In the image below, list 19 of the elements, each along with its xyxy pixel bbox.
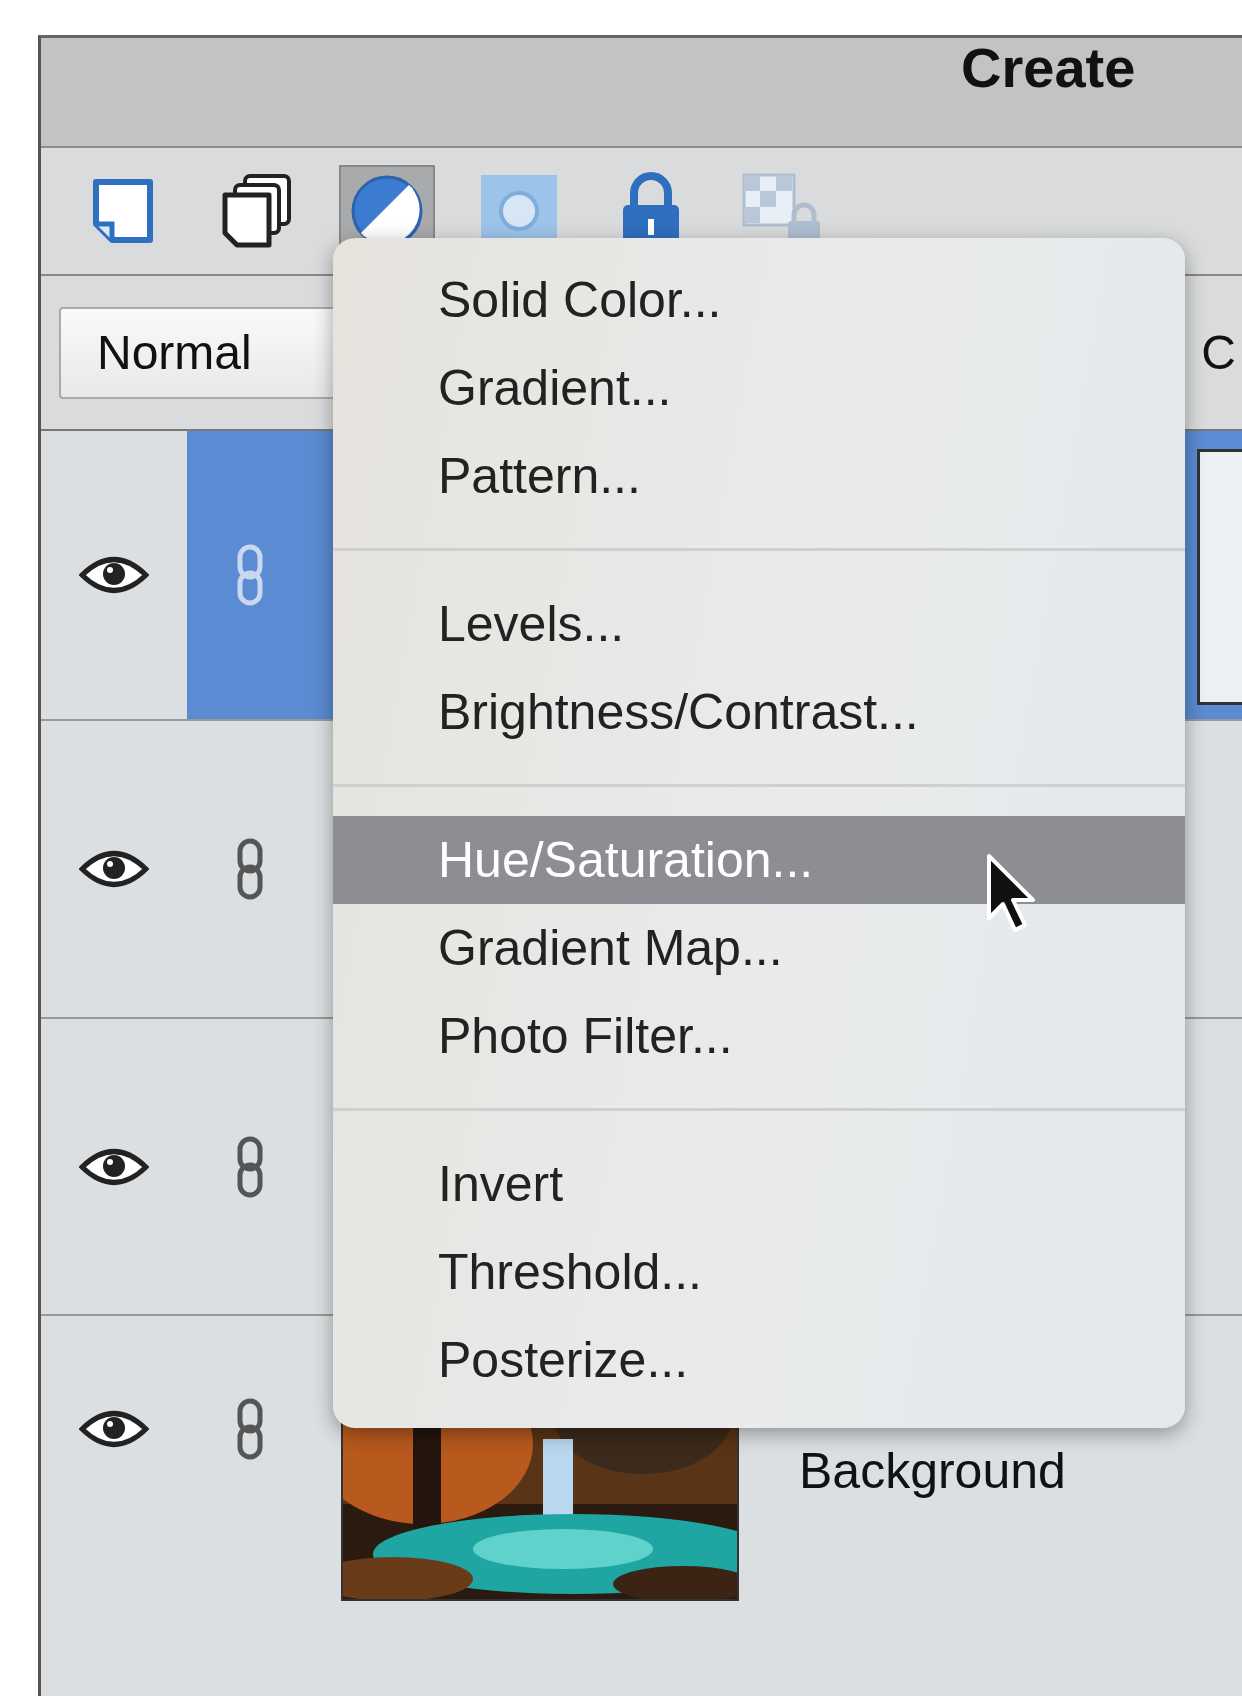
menu-item[interactable]: Pattern... (333, 432, 1185, 520)
menu-item[interactable]: Photo Filter... (333, 992, 1185, 1080)
chain-link-icon (237, 544, 263, 606)
menu-item[interactable]: Threshold... (333, 1228, 1185, 1316)
opacity-label: C (1201, 325, 1236, 380)
chain-link-icon (237, 838, 263, 900)
menu-item[interactable]: Gradient Map... (333, 904, 1185, 992)
chain-link-icon (237, 1135, 263, 1198)
menu-item[interactable]: Levels... (333, 580, 1185, 668)
eye-icon[interactable] (79, 554, 149, 596)
chain-link-icon (237, 1398, 263, 1460)
panel-title: Create (961, 40, 1136, 96)
menu-item[interactable]: Posterize... (333, 1316, 1185, 1404)
page-icon (92, 178, 154, 244)
menu-item[interactable]: Brightness/Contrast... (333, 668, 1185, 756)
menu-item[interactable]: Invert (333, 1140, 1185, 1228)
layer-name: Background (799, 1442, 1066, 1500)
eye-icon[interactable] (79, 848, 149, 890)
eye-icon[interactable] (79, 1408, 149, 1450)
